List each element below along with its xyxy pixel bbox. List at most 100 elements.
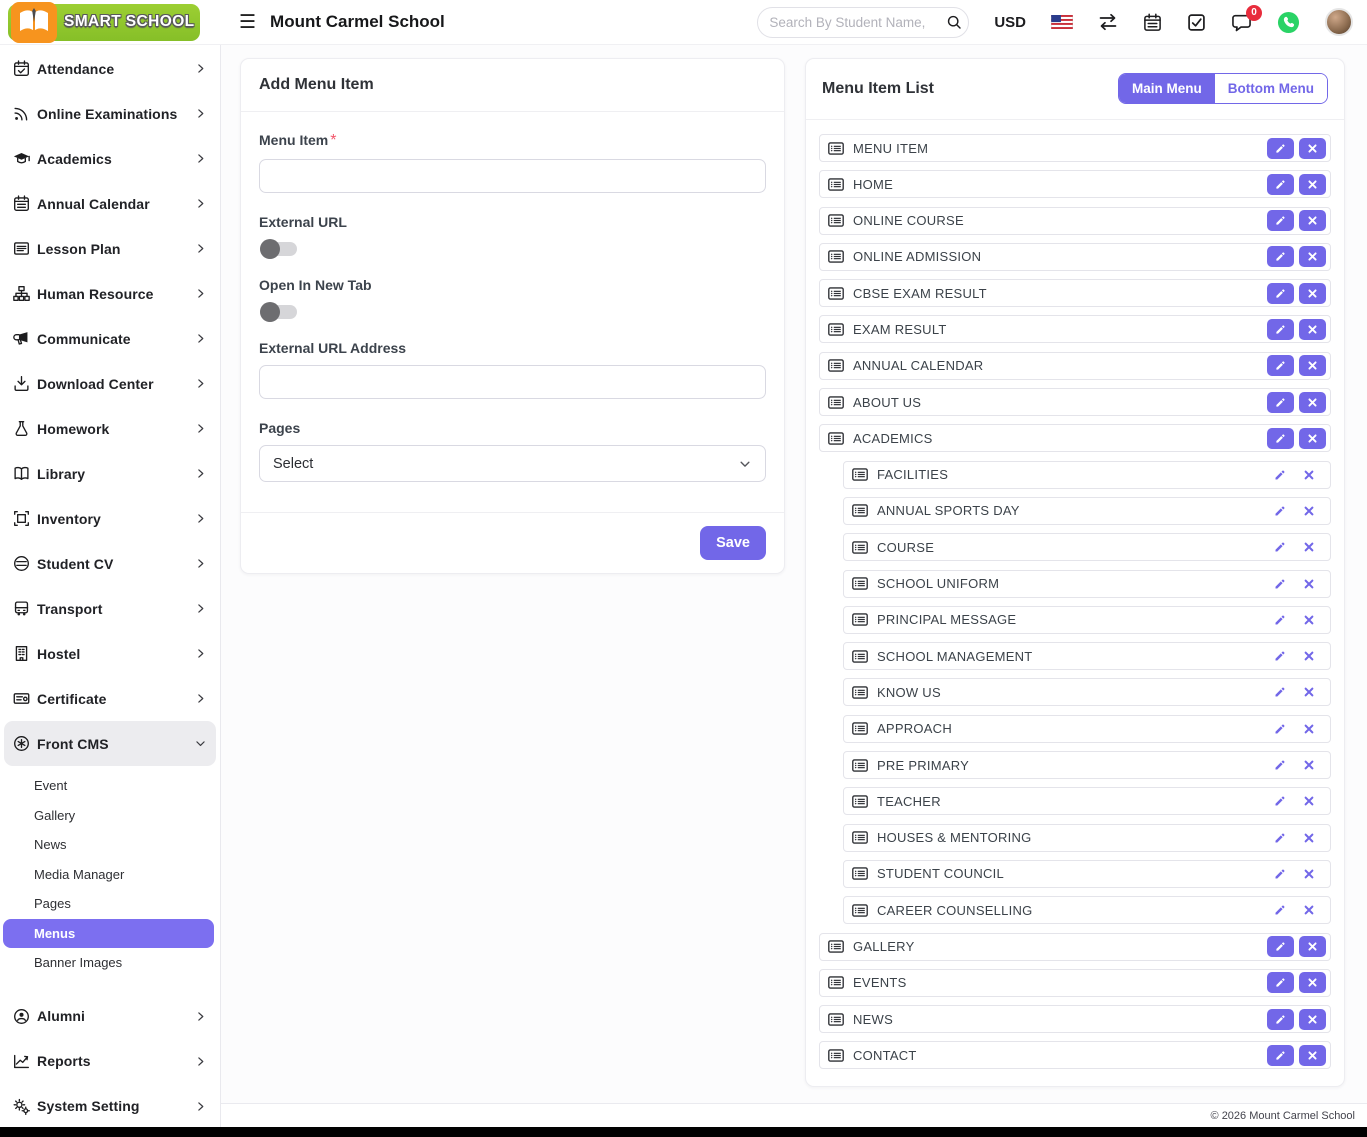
menu-row[interactable]: CONTACT bbox=[819, 1041, 1331, 1069]
menu-row[interactable]: KNOW US bbox=[843, 678, 1331, 706]
calendar-icon[interactable] bbox=[1143, 13, 1162, 32]
chat-icon[interactable]: 0 bbox=[1231, 13, 1252, 32]
sidebar-item-human-resource[interactable]: Human Resource bbox=[0, 271, 220, 316]
sidebar-item-attendance[interactable]: Attendance bbox=[0, 46, 220, 91]
brand-logo[interactable]: SMART SCHOOL bbox=[0, 0, 221, 45]
delete-button[interactable] bbox=[1299, 1009, 1326, 1030]
menu-row[interactable]: PRE PRIMARY bbox=[843, 751, 1331, 779]
currency-selector[interactable]: USD bbox=[994, 14, 1026, 31]
tab-bottom-menu[interactable]: Bottom Menu bbox=[1215, 74, 1327, 103]
delete-icon[interactable] bbox=[1303, 469, 1315, 481]
menu-row[interactable]: STUDENT COUNCIL bbox=[843, 860, 1331, 888]
sidebar-item-transport[interactable]: Transport bbox=[0, 586, 220, 631]
edit-icon[interactable] bbox=[1274, 469, 1286, 481]
exchange-icon[interactable] bbox=[1098, 12, 1118, 32]
edit-icon[interactable] bbox=[1274, 686, 1286, 698]
delete-button[interactable] bbox=[1299, 174, 1326, 195]
delete-button[interactable] bbox=[1299, 138, 1326, 159]
tab-main-menu[interactable]: Main Menu bbox=[1119, 74, 1215, 103]
student-search[interactable] bbox=[757, 7, 969, 38]
sidebar-subitem-banner-images[interactable]: Banner Images bbox=[3, 948, 214, 978]
edit-button[interactable] bbox=[1267, 246, 1294, 267]
search-input[interactable] bbox=[769, 15, 946, 30]
menu-row[interactable]: APPROACH bbox=[843, 715, 1331, 743]
edit-icon[interactable] bbox=[1274, 759, 1286, 771]
open-new-tab-toggle[interactable] bbox=[260, 305, 297, 319]
user-avatar[interactable] bbox=[1325, 8, 1353, 36]
menu-row[interactable]: ANNUAL CALENDAR bbox=[819, 352, 1331, 380]
edit-icon[interactable] bbox=[1274, 650, 1286, 662]
menu-row[interactable]: EVENTS bbox=[819, 969, 1331, 997]
sidebar-item-front-cms[interactable]: Front CMS bbox=[4, 721, 216, 766]
menu-row[interactable]: SCHOOL MANAGEMENT bbox=[843, 642, 1331, 670]
menu-row[interactable]: COURSE bbox=[843, 533, 1331, 561]
menu-row[interactable]: SCHOOL UNIFORM bbox=[843, 570, 1331, 598]
delete-icon[interactable] bbox=[1303, 759, 1315, 771]
menu-row[interactable]: TEACHER bbox=[843, 787, 1331, 815]
sidebar-subitem-menus[interactable]: Menus bbox=[3, 919, 214, 949]
sidebar-item-system-setting[interactable]: System Setting bbox=[0, 1084, 220, 1128]
delete-icon[interactable] bbox=[1303, 723, 1315, 735]
edit-icon[interactable] bbox=[1274, 868, 1286, 880]
sidebar-subitem-news[interactable]: News bbox=[3, 830, 214, 860]
sidebar-item-annual-calendar[interactable]: Annual Calendar bbox=[0, 181, 220, 226]
delete-icon[interactable] bbox=[1303, 686, 1315, 698]
menu-row[interactable]: NEWS bbox=[819, 1005, 1331, 1033]
delete-icon[interactable] bbox=[1303, 832, 1315, 844]
sidebar-item-online-examinations[interactable]: Online Examinations bbox=[0, 91, 220, 136]
menu-row[interactable]: FACILITIES bbox=[843, 461, 1331, 489]
edit-button[interactable] bbox=[1267, 972, 1294, 993]
edit-icon[interactable] bbox=[1274, 578, 1286, 590]
delete-icon[interactable] bbox=[1303, 541, 1315, 553]
delete-button[interactable] bbox=[1299, 319, 1326, 340]
sidebar-item-student-cv[interactable]: Student CV bbox=[0, 541, 220, 586]
sidebar-item-academics[interactable]: Academics bbox=[0, 136, 220, 181]
whatsapp-icon[interactable] bbox=[1277, 11, 1300, 34]
sidebar-subitem-media-manager[interactable]: Media Manager bbox=[3, 860, 214, 890]
edit-icon[interactable] bbox=[1274, 614, 1286, 626]
menu-row[interactable]: CBSE EXAM RESULT bbox=[819, 279, 1331, 307]
edit-button[interactable] bbox=[1267, 1045, 1294, 1066]
edit-button[interactable] bbox=[1267, 210, 1294, 231]
edit-button[interactable] bbox=[1267, 392, 1294, 413]
menu-row[interactable]: GALLERY bbox=[819, 933, 1331, 961]
delete-icon[interactable] bbox=[1303, 650, 1315, 662]
sidebar-subitem-pages[interactable]: Pages bbox=[3, 889, 214, 919]
sidebar-item-certificate[interactable]: Certificate bbox=[0, 676, 220, 721]
menu-row[interactable]: ONLINE COURSE bbox=[819, 207, 1331, 235]
menu-row[interactable]: EXAM RESULT bbox=[819, 315, 1331, 343]
edit-button[interactable] bbox=[1267, 138, 1294, 159]
delete-icon[interactable] bbox=[1303, 868, 1315, 880]
edit-button[interactable] bbox=[1267, 319, 1294, 340]
edit-button[interactable] bbox=[1267, 283, 1294, 304]
delete-icon[interactable] bbox=[1303, 904, 1315, 916]
delete-button[interactable] bbox=[1299, 428, 1326, 449]
external-url-address-input[interactable] bbox=[259, 365, 766, 399]
edit-icon[interactable] bbox=[1274, 541, 1286, 553]
sidebar-subitem-event[interactable]: Event bbox=[3, 771, 214, 801]
tasks-icon[interactable] bbox=[1187, 13, 1206, 32]
sidebar-item-inventory[interactable]: Inventory bbox=[0, 496, 220, 541]
edit-icon[interactable] bbox=[1274, 505, 1286, 517]
delete-icon[interactable] bbox=[1303, 795, 1315, 807]
menu-row[interactable]: ONLINE ADMISSION bbox=[819, 243, 1331, 271]
delete-button[interactable] bbox=[1299, 1045, 1326, 1066]
delete-button[interactable] bbox=[1299, 283, 1326, 304]
edit-button[interactable] bbox=[1267, 1009, 1294, 1030]
delete-button[interactable] bbox=[1299, 392, 1326, 413]
edit-button[interactable] bbox=[1267, 355, 1294, 376]
pages-select[interactable]: Select bbox=[259, 445, 766, 482]
sidebar-item-hostel[interactable]: Hostel bbox=[0, 631, 220, 676]
edit-icon[interactable] bbox=[1274, 904, 1286, 916]
edit-icon[interactable] bbox=[1274, 723, 1286, 735]
edit-button[interactable] bbox=[1267, 936, 1294, 957]
sidebar-item-download-center[interactable]: Download Center bbox=[0, 361, 220, 406]
edit-icon[interactable] bbox=[1274, 832, 1286, 844]
menu-item-input[interactable] bbox=[259, 159, 766, 193]
edit-icon[interactable] bbox=[1274, 795, 1286, 807]
sidebar-item-communicate[interactable]: Communicate bbox=[0, 316, 220, 361]
delete-icon[interactable] bbox=[1303, 505, 1315, 517]
delete-button[interactable] bbox=[1299, 246, 1326, 267]
menu-row[interactable]: ACADEMICS bbox=[819, 424, 1331, 452]
us-flag-icon[interactable] bbox=[1051, 15, 1073, 29]
